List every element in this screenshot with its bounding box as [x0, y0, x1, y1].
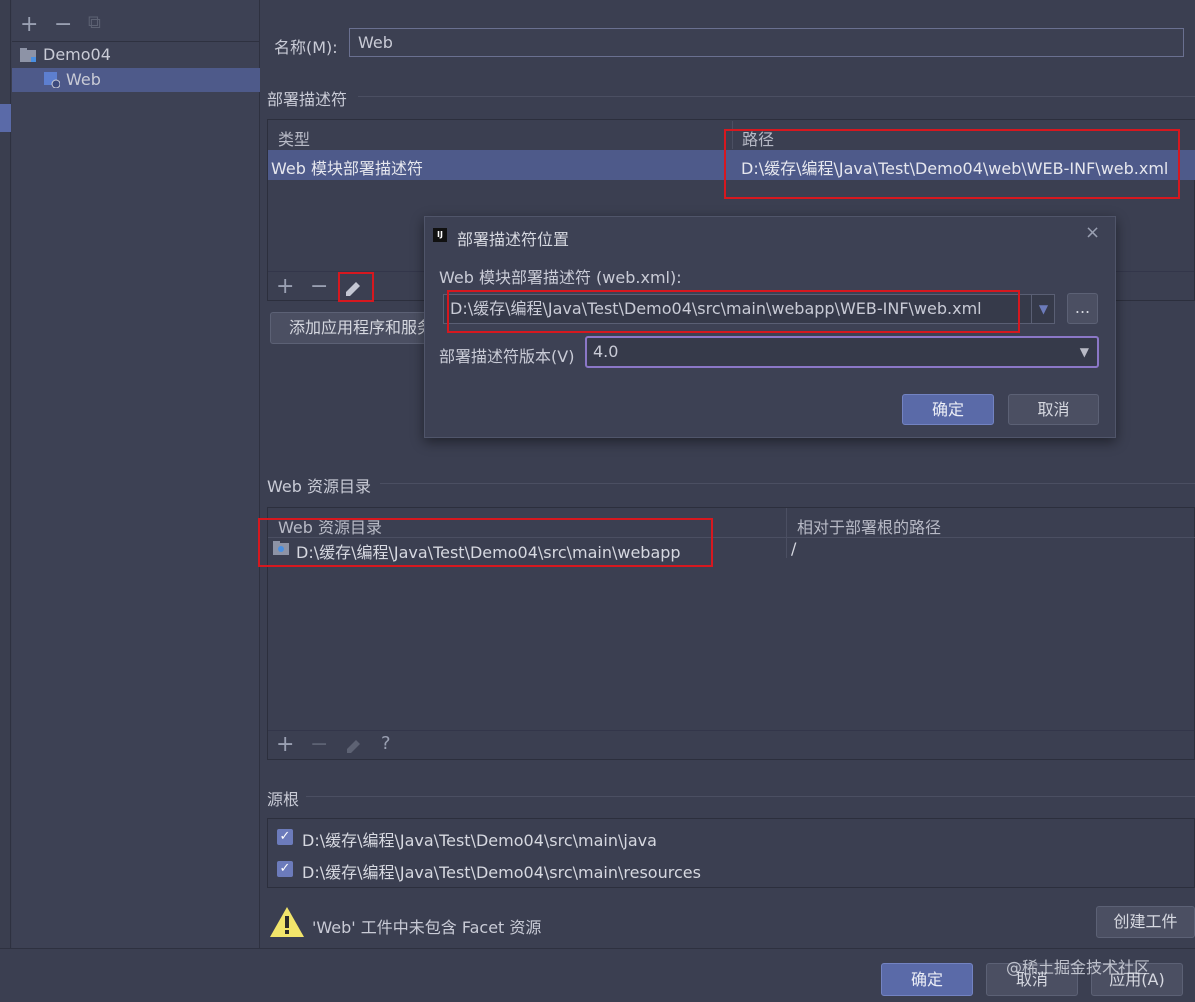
module-tree-panel [12, 0, 260, 948]
remove-icon[interactable]: − [54, 14, 72, 36]
deployment-section-title: 部署描述符 [267, 90, 348, 109]
source-root-checkbox[interactable]: ✓ [277, 861, 293, 877]
browse-label: ... [1074, 298, 1091, 317]
dialog-cancel-button[interactable]: 取消 [1008, 394, 1099, 425]
dialog-ok-button[interactable]: 确定 [902, 394, 994, 425]
version-label: 部署描述符版本(V) [439, 347, 575, 366]
dialog-cancel-label: 取消 [1037, 400, 1070, 419]
row-type-cell: Web 模块部署描述符 [271, 159, 423, 178]
web-facet-icon [44, 72, 60, 88]
dialog-path-label: Web 模块部署描述符 (web.xml): [439, 268, 682, 287]
chevron-down-icon[interactable]: ▼ [1031, 295, 1055, 323]
col-type-header: 类型 [278, 130, 311, 149]
toolbar-separator [268, 730, 1194, 731]
version-value: 4.0 [593, 342, 619, 361]
tree-divider [12, 41, 260, 42]
highlight-box-edit [338, 272, 374, 302]
footer-divider [0, 948, 1195, 949]
create-artifact-button[interactable]: 创建工件 [1096, 906, 1195, 938]
close-icon[interactable]: × [1085, 222, 1100, 243]
dialog-title: 部署描述符位置 [457, 230, 570, 249]
add-app-server-button[interactable]: 添加应用程序和服务 [270, 312, 440, 344]
row-rel-cell: / [791, 539, 797, 558]
highlight-box-new-path [447, 290, 1020, 333]
module-folder-icon [20, 48, 36, 62]
source-root-checkbox[interactable]: ✓ [277, 829, 293, 845]
source-root-path: D:\缓存\编程\Java\Test\Demo04\src\main\java [302, 831, 657, 850]
chevron-down-icon: ▼ [1079, 345, 1089, 359]
warning-text: 'Web' 工件中未包含 Facet 资源 [312, 918, 542, 937]
highlight-box-path [724, 129, 1180, 199]
add-icon[interactable]: + [276, 734, 294, 756]
browse-button[interactable]: ... [1067, 293, 1098, 324]
create-artifact-label: 创建工件 [1113, 912, 1178, 931]
tree-item-demo04[interactable]: Demo04 [12, 43, 260, 67]
name-value: Web [358, 33, 393, 52]
left-strip [0, 0, 11, 948]
copy-icon: ⧉ [88, 12, 101, 33]
section-separator [358, 96, 1195, 97]
tree-item-label: Demo04 [43, 45, 111, 64]
intellij-app-icon: IJ [433, 228, 447, 242]
tree-item-web[interactable]: Web [12, 68, 260, 92]
edit-pencil-icon [347, 740, 360, 753]
highlight-box-webapp [258, 518, 713, 567]
version-combobox[interactable]: 4.0 ▼ [585, 336, 1099, 368]
section-separator [380, 483, 1195, 484]
add-icon[interactable]: + [276, 276, 294, 298]
col-rel-header: 相对于部署根的路径 [797, 518, 942, 537]
watermark: @稀土掘金技术社区 [1006, 958, 1151, 977]
name-input[interactable]: Web [349, 28, 1184, 57]
remove-icon[interactable]: − [310, 276, 328, 298]
ok-button[interactable]: 确定 [881, 963, 973, 996]
dialog-ok-label: 确定 [931, 400, 964, 419]
remove-icon: − [310, 732, 329, 757]
ok-label: 确定 [910, 970, 943, 989]
source-root-path: D:\缓存\编程\Java\Test\Demo04\src\main\resou… [302, 863, 701, 882]
name-label: 名称(M): [274, 38, 338, 57]
warning-icon [270, 907, 304, 937]
section-separator [306, 796, 1195, 797]
source-roots-section-title: 源根 [267, 790, 300, 809]
add-icon[interactable]: + [20, 14, 38, 36]
web-resource-section-title: Web 资源目录 [267, 477, 371, 496]
help-icon[interactable]: ? [381, 735, 391, 753]
deployment-descriptor-dialog: IJ 部署描述符位置 × Web 模块部署描述符 (web.xml): D:\缓… [424, 216, 1116, 438]
left-strip-selection [0, 104, 11, 132]
add-app-server-label: 添加应用程序和服务 [289, 318, 434, 337]
tree-item-label: Web [66, 70, 101, 89]
